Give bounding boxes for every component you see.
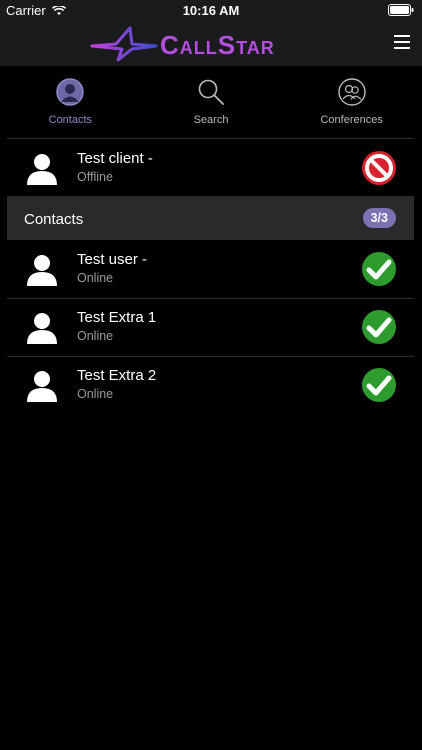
contact-name: Test client - [77, 150, 153, 167]
hamburger-menu-icon[interactable] [394, 35, 410, 49]
check-circle-icon [362, 368, 396, 402]
battery-icon [388, 4, 414, 16]
tab-contacts-label: Contacts [48, 114, 93, 126]
tab-search[interactable]: Search [141, 66, 282, 138]
section-title: Contacts [24, 211, 84, 228]
callstar-logo: CallStar [90, 24, 335, 64]
list-item[interactable]: Test Extra 2 Online [7, 356, 414, 414]
star-logo-icon [90, 26, 158, 62]
list-item[interactable]: Test Extra 1 Online [7, 298, 414, 356]
self-contact-row[interactable]: Test client - Offline [7, 139, 414, 197]
tab-conferences-label: Conferences [320, 114, 383, 126]
status-time: 10:16 AM [182, 3, 240, 18]
contacts-section-header: Contacts 3/3 [7, 196, 414, 240]
avatar [27, 313, 57, 344]
user-circle-icon [56, 78, 85, 106]
contact-status: Online [77, 271, 114, 285]
avatar [27, 255, 57, 286]
app-screen: Carrier 10:16 AM CallStar Contacts Searc… [0, 0, 422, 750]
check-circle-icon [362, 310, 396, 344]
list-item[interactable]: Test user - Online [7, 240, 414, 298]
status-bar: Carrier 10:16 AM [0, 0, 422, 20]
contact-status: Online [77, 387, 114, 401]
count-badge: 3/3 [362, 208, 396, 228]
check-circle-icon [362, 252, 396, 286]
app-name: CallStar [160, 30, 275, 60]
search-icon [198, 79, 224, 105]
app-header: CallStar [0, 20, 422, 66]
contact-name: Test Extra 1 [77, 309, 157, 326]
contact-name: Test Extra 2 [77, 367, 157, 384]
contact-status: Offline [77, 170, 113, 184]
group-circle-icon [337, 78, 366, 106]
contact-name: Test user - [77, 251, 148, 268]
avatar [27, 371, 57, 402]
avatar [27, 154, 57, 185]
tab-conferences[interactable]: Conferences [281, 66, 422, 138]
tab-bar: Contacts Search Conferences [0, 66, 422, 138]
contact-status: Online [77, 329, 114, 343]
tab-search-label: Search [193, 114, 229, 126]
do-not-disturb-icon [362, 151, 396, 185]
tab-contacts[interactable]: Contacts [0, 66, 141, 138]
